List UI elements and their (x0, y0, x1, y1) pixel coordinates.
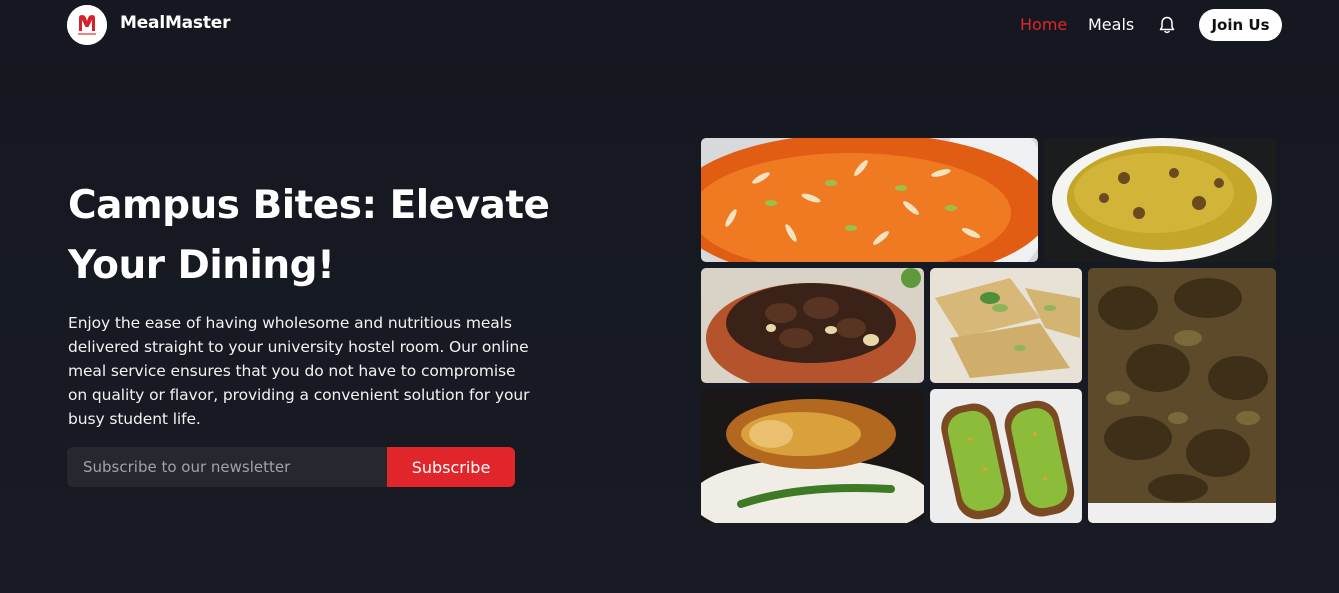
subscribe-button[interactable]: Subscribe (387, 447, 515, 487)
newsletter-email-input[interactable] (67, 447, 387, 487)
brand-name[interactable]: MealMaster (120, 13, 230, 33)
hero-title: Campus Bites: Elevate Your Dining! (68, 183, 550, 288)
brand-logo[interactable] (67, 5, 107, 45)
carrot-halwa-image (701, 138, 1038, 262)
page: MealMaster Home Meals Join Us Campus Bit… (0, 0, 1339, 593)
mutton-curry-image (1088, 268, 1276, 523)
avocado-toast-image (930, 389, 1082, 523)
biryani-plate-image (1044, 138, 1276, 262)
nav-link-meals[interactable]: Meals (1088, 15, 1134, 34)
newsletter-form: Subscribe (67, 447, 515, 487)
hero-description: Enjoy the ease of having wholesome and n… (68, 314, 530, 428)
fried-fish-rice-image (701, 389, 924, 523)
nav-link-home[interactable]: Home (1020, 15, 1067, 34)
bell-icon[interactable] (1157, 15, 1177, 35)
semolina-cake-image (930, 268, 1082, 383)
beef-curry-bowl-image (701, 268, 924, 383)
meal-master-logo-icon (67, 5, 107, 45)
navbar: MealMaster Home Meals Join Us (0, 0, 1339, 50)
join-us-button[interactable]: Join Us (1199, 9, 1282, 41)
